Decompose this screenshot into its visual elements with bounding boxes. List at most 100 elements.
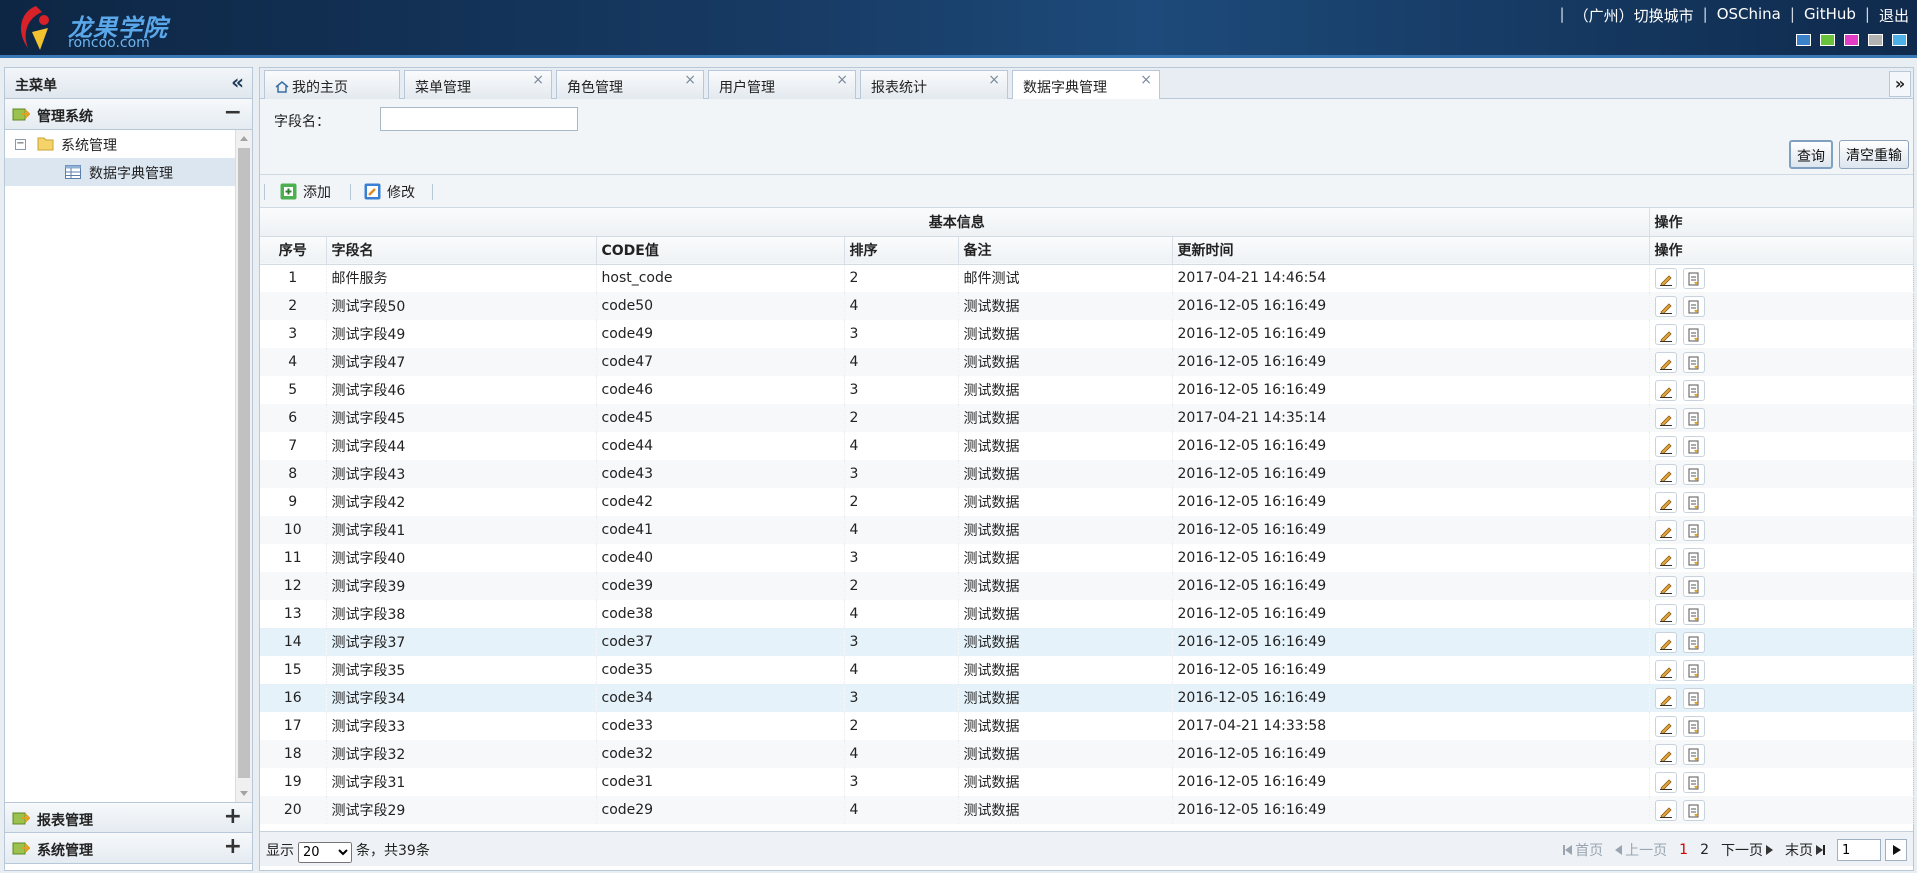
row-edit-button[interactable] bbox=[1654, 715, 1677, 737]
accordion-system-manage[interactable]: 系统管理 + bbox=[5, 833, 252, 864]
switch-city-link[interactable]: （广州）切换城市 bbox=[1574, 5, 1694, 26]
table-row[interactable]: 12 测试字段39 code39 2 测试数据 2016-12-05 16:16:49 bbox=[260, 572, 1914, 600]
tab-list-chevron-icon[interactable]: » bbox=[1889, 71, 1911, 97]
table-row[interactable]: 6 测试字段45 code45 2 测试数据 2017-04-21 14:35:14 bbox=[260, 404, 1914, 432]
table-row[interactable]: 20 测试字段29 code29 4 测试数据 2016-12-05 16:16:49 bbox=[260, 796, 1914, 824]
query-button[interactable]: 查询 bbox=[1789, 140, 1833, 169]
row-view-button[interactable] bbox=[1682, 547, 1705, 569]
last-page-button[interactable]: 末页 bbox=[1785, 840, 1825, 860]
row-edit-button[interactable] bbox=[1654, 491, 1677, 513]
tab-menu-manage[interactable]: 菜单管理 × bbox=[404, 70, 552, 99]
theme-gray[interactable] bbox=[1868, 34, 1883, 46]
edit-button[interactable]: 修改 bbox=[364, 182, 415, 202]
row-edit-button[interactable] bbox=[1654, 295, 1677, 317]
col-header-field[interactable]: 字段名 bbox=[326, 236, 597, 265]
close-icon[interactable]: × bbox=[1140, 72, 1152, 88]
oschina-link[interactable]: OSChina bbox=[1717, 5, 1781, 26]
theme-green[interactable] bbox=[1820, 34, 1835, 46]
row-edit-button[interactable] bbox=[1654, 435, 1677, 457]
row-edit-button[interactable] bbox=[1654, 687, 1677, 709]
expand-icon[interactable]: + bbox=[224, 806, 242, 828]
row-view-button[interactable] bbox=[1682, 743, 1705, 765]
row-view-button[interactable] bbox=[1682, 351, 1705, 373]
theme-purple[interactable] bbox=[1844, 34, 1859, 46]
table-row[interactable]: 19 测试字段31 code31 3 测试数据 2016-12-05 16:16:49 bbox=[260, 768, 1914, 796]
table-row[interactable]: 7 测试字段44 code44 4 测试数据 2016-12-05 16:16:49 bbox=[260, 432, 1914, 460]
accordion-manage-system[interactable]: 管理系统 − bbox=[5, 99, 252, 130]
first-page-button[interactable]: 首页 bbox=[1563, 840, 1603, 860]
field-name-input[interactable] bbox=[380, 107, 578, 131]
page-size-select[interactable]: 20 bbox=[298, 842, 352, 863]
row-view-button[interactable] bbox=[1682, 379, 1705, 401]
table-row[interactable]: 1 邮件服务 host_code 2 邮件测试 2017-04-21 14:46:54 bbox=[260, 264, 1914, 292]
tab-data-dictionary[interactable]: 数据字典管理 × bbox=[1012, 70, 1160, 100]
logout-link[interactable]: 退出 bbox=[1879, 5, 1909, 26]
expand-icon[interactable]: + bbox=[224, 836, 242, 858]
row-view-button[interactable] bbox=[1682, 435, 1705, 457]
scroll-up-icon[interactable] bbox=[240, 136, 248, 141]
tab-role-manage[interactable]: 角色管理 × bbox=[556, 70, 704, 99]
github-link[interactable]: GitHub bbox=[1804, 5, 1856, 26]
table-row[interactable]: 5 测试字段46 code46 3 测试数据 2016-12-05 16:16:49 bbox=[260, 376, 1914, 404]
row-view-button[interactable] bbox=[1682, 491, 1705, 513]
row-view-button[interactable] bbox=[1682, 631, 1705, 653]
row-edit-button[interactable] bbox=[1654, 267, 1677, 289]
tree-collapse-icon[interactable]: − bbox=[15, 139, 26, 150]
table-row[interactable]: 18 测试字段32 code32 4 测试数据 2016-12-05 16:16:49 bbox=[260, 740, 1914, 768]
table-row[interactable]: 4 测试字段47 code47 4 测试数据 2016-12-05 16:16:49 bbox=[260, 348, 1914, 376]
roncoo-logo[interactable]: 龙果学院 roncoo.com bbox=[12, 2, 172, 54]
table-row[interactable]: 17 测试字段33 code33 2 测试数据 2017-04-21 14:33:58 bbox=[260, 712, 1914, 740]
table-row[interactable]: 16 测试字段34 code34 3 测试数据 2016-12-05 16:16:49 bbox=[260, 684, 1914, 712]
row-edit-button[interactable] bbox=[1654, 519, 1677, 541]
theme-blue[interactable] bbox=[1796, 34, 1811, 46]
col-header-updated[interactable]: 更新时间 bbox=[1172, 236, 1650, 265]
row-edit-button[interactable] bbox=[1654, 407, 1677, 429]
accordion-report-manage[interactable]: 报表管理 + bbox=[5, 802, 252, 833]
row-view-button[interactable] bbox=[1682, 575, 1705, 597]
go-page-icon[interactable] bbox=[1885, 839, 1907, 861]
table-row[interactable]: 15 测试字段35 code35 4 测试数据 2016-12-05 16:16:49 bbox=[260, 656, 1914, 684]
collapse-icon[interactable]: − bbox=[224, 102, 242, 124]
row-view-button[interactable] bbox=[1682, 687, 1705, 709]
prev-page-button[interactable]: 上一页 bbox=[1615, 840, 1667, 860]
tab-home[interactable]: 我的主页 bbox=[264, 70, 400, 99]
sidebar-scrollbar[interactable] bbox=[235, 130, 252, 802]
row-view-button[interactable] bbox=[1682, 771, 1705, 793]
row-view-button[interactable] bbox=[1682, 715, 1705, 737]
table-row[interactable]: 8 测试字段43 code43 3 测试数据 2016-12-05 16:16:49 bbox=[260, 460, 1914, 488]
col-header-code[interactable]: CODE值 bbox=[596, 236, 845, 265]
row-edit-button[interactable] bbox=[1654, 463, 1677, 485]
tab-report-stats[interactable]: 报表统计 × bbox=[860, 70, 1008, 99]
row-edit-button[interactable] bbox=[1654, 771, 1677, 793]
table-row[interactable]: 14 测试字段37 code37 3 测试数据 2016-12-05 16:16:49 bbox=[260, 628, 1914, 656]
row-edit-button[interactable] bbox=[1654, 659, 1677, 681]
row-edit-button[interactable] bbox=[1654, 603, 1677, 625]
col-header-remark[interactable]: 备注 bbox=[958, 236, 1173, 265]
row-edit-button[interactable] bbox=[1654, 323, 1677, 345]
scroll-thumb[interactable] bbox=[238, 148, 250, 778]
page-number-current[interactable]: 1 bbox=[1679, 842, 1688, 858]
col-header-sort[interactable]: 排序 bbox=[844, 236, 959, 265]
row-view-button[interactable] bbox=[1682, 267, 1705, 289]
theme-sky[interactable] bbox=[1892, 34, 1907, 46]
close-icon[interactable]: × bbox=[988, 72, 1000, 88]
table-row[interactable]: 11 测试字段40 code40 3 测试数据 2016-12-05 16:16:49 bbox=[260, 544, 1914, 572]
close-icon[interactable]: × bbox=[836, 72, 848, 88]
page-jump-input[interactable] bbox=[1837, 839, 1881, 861]
close-icon[interactable]: × bbox=[684, 72, 696, 88]
row-view-button[interactable] bbox=[1682, 603, 1705, 625]
row-view-button[interactable] bbox=[1682, 407, 1705, 429]
row-view-button[interactable] bbox=[1682, 519, 1705, 541]
page-number[interactable]: 2 bbox=[1700, 842, 1709, 858]
table-row[interactable]: 13 测试字段38 code38 4 测试数据 2016-12-05 16:16:49 bbox=[260, 600, 1914, 628]
row-edit-button[interactable] bbox=[1654, 575, 1677, 597]
scroll-down-icon[interactable] bbox=[240, 791, 248, 796]
row-edit-button[interactable] bbox=[1654, 351, 1677, 373]
row-view-button[interactable] bbox=[1682, 463, 1705, 485]
row-view-button[interactable] bbox=[1682, 323, 1705, 345]
row-edit-button[interactable] bbox=[1654, 547, 1677, 569]
tab-user-manage[interactable]: 用户管理 × bbox=[708, 70, 856, 99]
collapse-sidebar-icon[interactable]: « bbox=[231, 72, 244, 92]
row-view-button[interactable] bbox=[1682, 799, 1705, 821]
row-edit-button[interactable] bbox=[1654, 631, 1677, 653]
